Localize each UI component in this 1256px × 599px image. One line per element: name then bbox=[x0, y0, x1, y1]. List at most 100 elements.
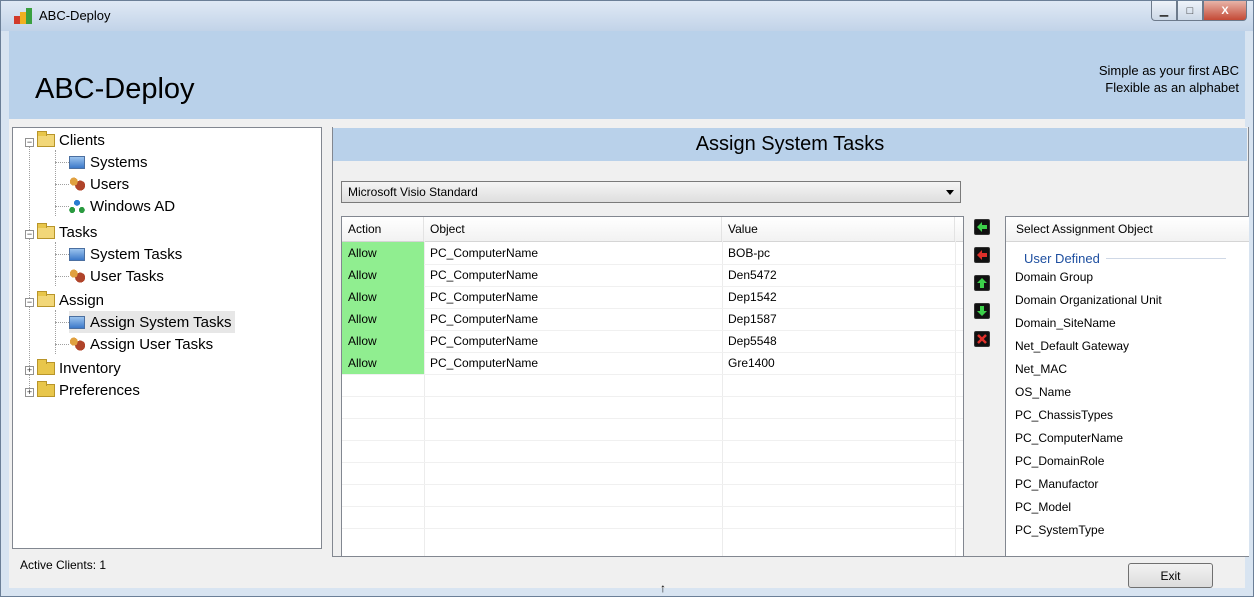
folder-open-icon bbox=[37, 290, 55, 307]
cell-action[interactable]: Allow bbox=[342, 330, 424, 352]
table-row[interactable] bbox=[342, 418, 963, 441]
table-row[interactable]: Allow PC_ComputerName BOB-pc bbox=[342, 242, 963, 265]
table-row[interactable] bbox=[342, 396, 963, 419]
expand-inventory-toggle[interactable]: + bbox=[25, 366, 34, 375]
table-row[interactable] bbox=[342, 484, 963, 507]
table-row[interactable] bbox=[342, 374, 963, 397]
tree-node-inventory[interactable]: Inventory bbox=[37, 357, 121, 379]
tree-node-assign[interactable]: Assign bbox=[37, 289, 104, 311]
collapse-assign-toggle[interactable]: − bbox=[25, 298, 34, 307]
dropdown-arrow-icon bbox=[946, 190, 954, 195]
tree-node-windows-ad[interactable]: Windows AD bbox=[69, 195, 175, 217]
tree-node-label: User Tasks bbox=[90, 267, 164, 285]
assignment-object-list[interactable]: Select Assignment Object User Defined Do… bbox=[1005, 216, 1249, 557]
column-header-object[interactable]: Object bbox=[424, 217, 722, 241]
object-group-label: User Defined bbox=[1024, 251, 1100, 266]
column-header-action[interactable]: Action bbox=[342, 217, 424, 241]
table-row[interactable]: Allow PC_ComputerName Gre1400 bbox=[342, 352, 963, 375]
tree-node-assign-user-tasks[interactable]: Assign User Tasks bbox=[69, 333, 213, 355]
table-row[interactable]: Allow PC_ComputerName Dep1542 bbox=[342, 286, 963, 309]
list-item[interactable]: OS_Name bbox=[1015, 381, 1071, 404]
cell-action[interactable]: Allow bbox=[342, 352, 424, 374]
move-down-button[interactable] bbox=[974, 303, 990, 319]
cell-value[interactable]: Den5472 bbox=[722, 264, 955, 286]
table-row[interactable]: Allow PC_ComputerName Dep5548 bbox=[342, 330, 963, 353]
arrow-left-icon bbox=[977, 222, 987, 232]
list-item[interactable]: PC_ComputerName bbox=[1015, 427, 1123, 450]
tree-guide bbox=[55, 310, 56, 354]
table-row[interactable] bbox=[342, 506, 963, 529]
cell-object[interactable]: PC_ComputerName bbox=[424, 352, 722, 374]
delete-button[interactable] bbox=[974, 331, 990, 347]
folder-open-icon bbox=[37, 222, 55, 239]
systems-icon bbox=[69, 155, 85, 169]
collapse-clients-toggle[interactable]: − bbox=[25, 138, 34, 147]
cell-value[interactable]: Dep5548 bbox=[722, 330, 955, 352]
move-up-button[interactable] bbox=[974, 275, 990, 291]
tree-node-systems[interactable]: Systems bbox=[69, 151, 148, 173]
tree-node-users[interactable]: Users bbox=[69, 173, 129, 195]
close-button[interactable]: X bbox=[1203, 1, 1247, 21]
title-bar[interactable]: ABC-Deploy ▁ □ X bbox=[1, 1, 1253, 31]
cell-action[interactable]: Allow bbox=[342, 286, 424, 308]
cell-object[interactable]: PC_ComputerName bbox=[424, 308, 722, 330]
delete-icon bbox=[977, 334, 987, 344]
list-item[interactable]: Domain Group bbox=[1015, 266, 1093, 289]
panel-title: Assign System Tasks bbox=[333, 128, 1247, 161]
remove-left-button[interactable] bbox=[974, 247, 990, 263]
tree-node-preferences[interactable]: Preferences bbox=[37, 379, 140, 401]
minimize-button[interactable]: ▁ bbox=[1151, 1, 1177, 21]
arrow-up-icon bbox=[977, 278, 987, 288]
cell-action[interactable]: Allow bbox=[342, 242, 424, 264]
tree-node-label: Preferences bbox=[59, 381, 140, 399]
list-item[interactable]: PC_Manufactor bbox=[1015, 473, 1098, 496]
cell-value[interactable]: Dep1587 bbox=[722, 308, 955, 330]
cell-object[interactable]: PC_ComputerName bbox=[424, 264, 722, 286]
list-item[interactable]: Domain_SiteName bbox=[1015, 312, 1116, 335]
software-select[interactable]: Microsoft Visio Standard bbox=[341, 181, 961, 203]
tree-node-label: Users bbox=[90, 175, 130, 193]
list-item[interactable]: PC_DomainRole bbox=[1015, 450, 1104, 473]
list-item[interactable]: PC_Model bbox=[1015, 496, 1071, 519]
list-item[interactable]: PC_ChassisTypes bbox=[1015, 404, 1113, 427]
tree-node-label: Inventory bbox=[59, 359, 121, 377]
list-item[interactable]: Net_Default Gateway bbox=[1015, 335, 1129, 358]
table-row[interactable] bbox=[342, 462, 963, 485]
tree-node-tasks[interactable]: Tasks bbox=[37, 221, 97, 243]
tree-node-user-tasks[interactable]: User Tasks bbox=[69, 265, 164, 287]
cell-value[interactable]: BOB-pc bbox=[722, 242, 955, 264]
cell-value[interactable]: Dep1542 bbox=[722, 286, 955, 308]
collapse-tasks-toggle[interactable]: − bbox=[25, 230, 34, 239]
cell-value[interactable]: Gre1400 bbox=[722, 352, 955, 374]
tree-node-system-tasks[interactable]: System Tasks bbox=[69, 243, 182, 265]
tree-node-assign-system-tasks[interactable]: Assign System Tasks bbox=[69, 311, 236, 333]
table-row[interactable]: Allow PC_ComputerName Den5472 bbox=[342, 264, 963, 287]
system-tasks-icon bbox=[69, 247, 85, 261]
tree-node-label: Windows AD bbox=[90, 197, 176, 215]
tree-guide bbox=[55, 344, 69, 345]
assign-left-button[interactable] bbox=[974, 219, 990, 235]
list-item[interactable]: PC_SystemType bbox=[1015, 519, 1104, 542]
tree-node-label: Tasks bbox=[59, 223, 98, 241]
cell-object[interactable]: PC_ComputerName bbox=[424, 242, 722, 264]
list-item[interactable]: Net_MAC bbox=[1015, 358, 1067, 381]
cell-object[interactable]: PC_ComputerName bbox=[424, 330, 722, 352]
grid-header: Action Object Value bbox=[342, 217, 963, 242]
cell-action[interactable]: Allow bbox=[342, 264, 424, 286]
column-header-value[interactable]: Value bbox=[722, 217, 955, 241]
exit-button[interactable]: Exit bbox=[1128, 563, 1213, 588]
table-row[interactable]: Allow PC_ComputerName Dep1587 bbox=[342, 308, 963, 331]
table-row[interactable] bbox=[342, 440, 963, 463]
folder-icon bbox=[37, 358, 55, 375]
assignment-grid[interactable]: Action Object Value Allow PC_ComputerName… bbox=[341, 216, 964, 557]
tree-node-clients[interactable]: Clients bbox=[37, 129, 105, 151]
maximize-button[interactable]: □ bbox=[1177, 1, 1203, 21]
cell-action[interactable]: Allow bbox=[342, 308, 424, 330]
tree-node-label: Assign System Tasks bbox=[90, 313, 232, 331]
cell-object[interactable]: PC_ComputerName bbox=[424, 286, 722, 308]
tree-guide bbox=[55, 184, 69, 185]
list-item[interactable]: Domain Organizational Unit bbox=[1015, 289, 1162, 312]
arrow-left-red-icon bbox=[977, 250, 987, 260]
navigation-tree[interactable]: − Clients Systems Users Windows AD − Tas… bbox=[12, 127, 322, 549]
expand-preferences-toggle[interactable]: + bbox=[25, 388, 34, 397]
